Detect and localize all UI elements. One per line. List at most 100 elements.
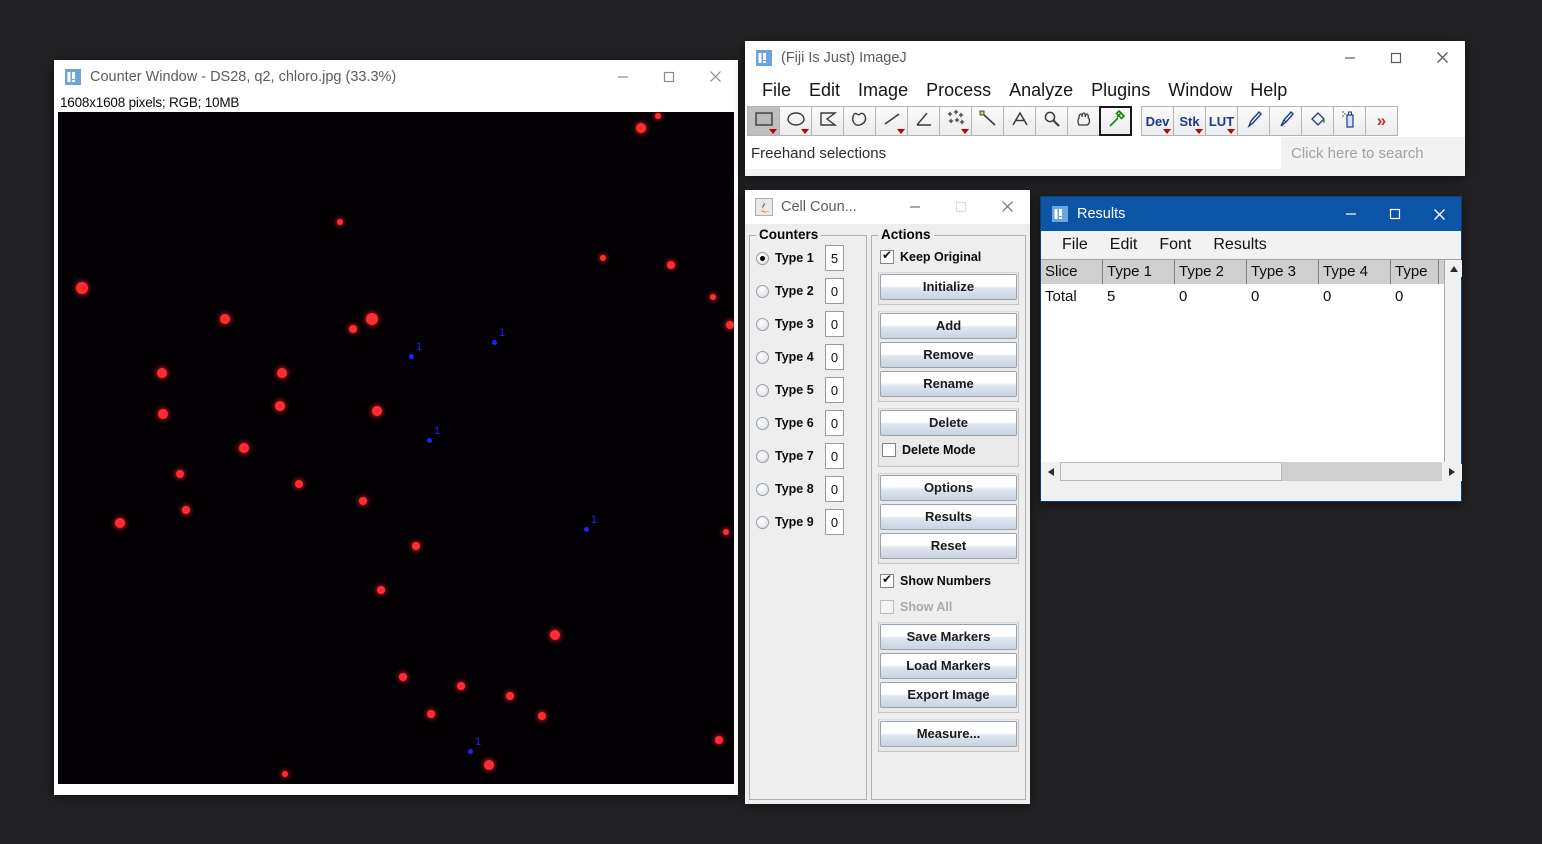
tool-dropdown-arrow-icon[interactable] <box>897 129 905 134</box>
counter-value-2[interactable]: 0 <box>825 278 844 304</box>
menu-process[interactable]: Process <box>917 79 1000 102</box>
pencil-tool[interactable] <box>1237 106 1270 136</box>
load-markers-button[interactable]: Load Markers <box>880 653 1017 679</box>
vertical-scrollbar[interactable] <box>1444 260 1462 481</box>
counter-value-7[interactable]: 0 <box>825 443 844 469</box>
counter-value-3[interactable]: 0 <box>825 311 844 337</box>
counter-row[interactable]: Type 3 0 <box>756 310 860 338</box>
counter-row[interactable]: Type 4 0 <box>756 343 860 371</box>
counter-value-6[interactable]: 0 <box>825 410 844 436</box>
oval-tool[interactable] <box>779 106 812 136</box>
minimize-button[interactable] <box>892 190 938 223</box>
reset-button[interactable]: Reset <box>880 533 1017 559</box>
tool-dropdown-arrow-icon[interactable] <box>801 129 809 134</box>
image-canvas[interactable]: 1 1 1 1 1 <box>58 112 734 784</box>
wand-tool[interactable] <box>971 106 1004 136</box>
counter-radio-9[interactable] <box>756 515 769 529</box>
rectangle-tool[interactable] <box>747 106 780 136</box>
hscroll-track[interactable] <box>1060 462 1442 481</box>
fill-tool[interactable] <box>1301 106 1334 136</box>
dev-tool[interactable]: Dev <box>1141 106 1174 136</box>
results-column-header[interactable]: Slice <box>1041 260 1103 284</box>
hscroll-thumb[interactable] <box>1060 462 1282 481</box>
dropper-tool[interactable] <box>1099 106 1132 136</box>
close-button[interactable] <box>1417 197 1461 231</box>
counter-row[interactable]: Type 1 5 <box>756 244 860 272</box>
counter-value-1[interactable]: 5 <box>825 245 844 271</box>
minimize-button[interactable] <box>1327 41 1373 74</box>
counter-row[interactable]: Type 9 0 <box>756 508 860 536</box>
polygon-tool[interactable] <box>811 106 844 136</box>
minimize-button[interactable] <box>1329 197 1373 231</box>
results-column-header[interactable]: Type 1 <box>1103 260 1175 284</box>
freehand-tool[interactable] <box>843 106 876 136</box>
delete-button[interactable]: Delete <box>880 410 1017 436</box>
tool-dropdown-arrow-icon[interactable] <box>1227 129 1235 134</box>
tool-dropdown-arrow-icon[interactable] <box>961 129 969 134</box>
search-input[interactable]: Click here to search <box>1280 137 1465 169</box>
counter-row[interactable]: Type 8 0 <box>756 475 860 503</box>
imagej-titlebar[interactable]: (Fiji Is Just) ImageJ <box>745 41 1465 75</box>
results-button[interactable]: Results <box>880 504 1017 530</box>
horizontal-scrollbar[interactable] <box>1041 462 1461 481</box>
hand-tool[interactable] <box>1067 106 1100 136</box>
options-button[interactable]: Options <box>880 475 1017 501</box>
maximize-button[interactable] <box>1373 41 1419 74</box>
counter-row[interactable]: Type 6 0 <box>756 409 860 437</box>
remove-button[interactable]: Remove <box>880 342 1017 368</box>
close-button[interactable] <box>1419 41 1465 74</box>
more-tools[interactable]: » <box>1365 106 1398 136</box>
scroll-right-button[interactable] <box>1442 462 1461 481</box>
initialize-button[interactable]: Initialize <box>880 274 1017 300</box>
results-column-header[interactable]: Type 4 <box>1319 260 1391 284</box>
scroll-up-button[interactable] <box>1445 260 1462 277</box>
scroll-left-button[interactable] <box>1041 462 1060 481</box>
counter-value-4[interactable]: 0 <box>825 344 844 370</box>
counter-value-8[interactable]: 0 <box>825 476 844 502</box>
counter-radio-2[interactable] <box>756 284 769 298</box>
counter-row[interactable]: Type 5 0 <box>756 376 860 404</box>
lut-tool[interactable]: LUT <box>1205 106 1238 136</box>
tool-dropdown-arrow-icon[interactable] <box>1195 129 1203 134</box>
menu-edit[interactable]: Edit <box>800 79 849 102</box>
counter-radio-6[interactable] <box>756 416 769 430</box>
counter-radio-3[interactable] <box>756 317 769 331</box>
counter-radio-5[interactable] <box>756 383 769 397</box>
tool-dropdown-arrow-icon[interactable] <box>1163 129 1171 134</box>
menu-image[interactable]: Image <box>849 79 917 102</box>
stk-tool[interactable]: Stk <box>1173 106 1206 136</box>
results-column-header[interactable]: Type 3 <box>1247 260 1319 284</box>
point-tool[interactable] <box>939 106 972 136</box>
results-menu-results[interactable]: Results <box>1202 236 1277 254</box>
menu-window[interactable]: Window <box>1159 79 1241 102</box>
show-numbers-checkbox[interactable]: Show Numbers <box>880 570 1019 592</box>
results-menu-font[interactable]: Font <box>1148 236 1202 254</box>
results-column-header[interactable]: Type 2 <box>1175 260 1247 284</box>
menu-analyze[interactable]: Analyze <box>1000 79 1082 102</box>
text-tool[interactable] <box>1003 106 1036 136</box>
line-tool[interactable] <box>875 106 908 136</box>
angle-tool[interactable] <box>907 106 940 136</box>
menu-plugins[interactable]: Plugins <box>1082 79 1159 102</box>
results-column-header[interactable]: Type <box>1391 260 1439 284</box>
counter-radio-7[interactable] <box>756 449 769 463</box>
menu-help[interactable]: Help <box>1241 79 1296 102</box>
export-image-button[interactable]: Export Image <box>880 682 1017 708</box>
results-menu-edit[interactable]: Edit <box>1099 236 1149 254</box>
magnifier-tool[interactable] <box>1035 106 1068 136</box>
cell-counter-titlebar[interactable]: Cell Coun... <box>745 190 1030 224</box>
maximize-button[interactable] <box>1373 197 1417 231</box>
close-button[interactable] <box>692 60 738 93</box>
counter-row[interactable]: Type 2 0 <box>756 277 860 305</box>
counter-radio-4[interactable] <box>756 350 769 364</box>
counter-value-5[interactable]: 0 <box>825 377 844 403</box>
menu-file[interactable]: File <box>753 79 800 102</box>
table-row[interactable]: Total 5 0 0 0 0 <box>1041 284 1461 310</box>
close-button[interactable] <box>984 190 1030 223</box>
tool-dropdown-arrow-icon[interactable] <box>769 129 777 134</box>
measure-button[interactable]: Measure... <box>880 721 1017 747</box>
save-markers-button[interactable]: Save Markers <box>880 624 1017 650</box>
counter-window-titlebar[interactable]: Counter Window - DS28, q2, chloro.jpg (3… <box>54 60 738 94</box>
counter-radio-1[interactable] <box>756 251 769 265</box>
results-titlebar[interactable]: Results <box>1041 197 1461 231</box>
